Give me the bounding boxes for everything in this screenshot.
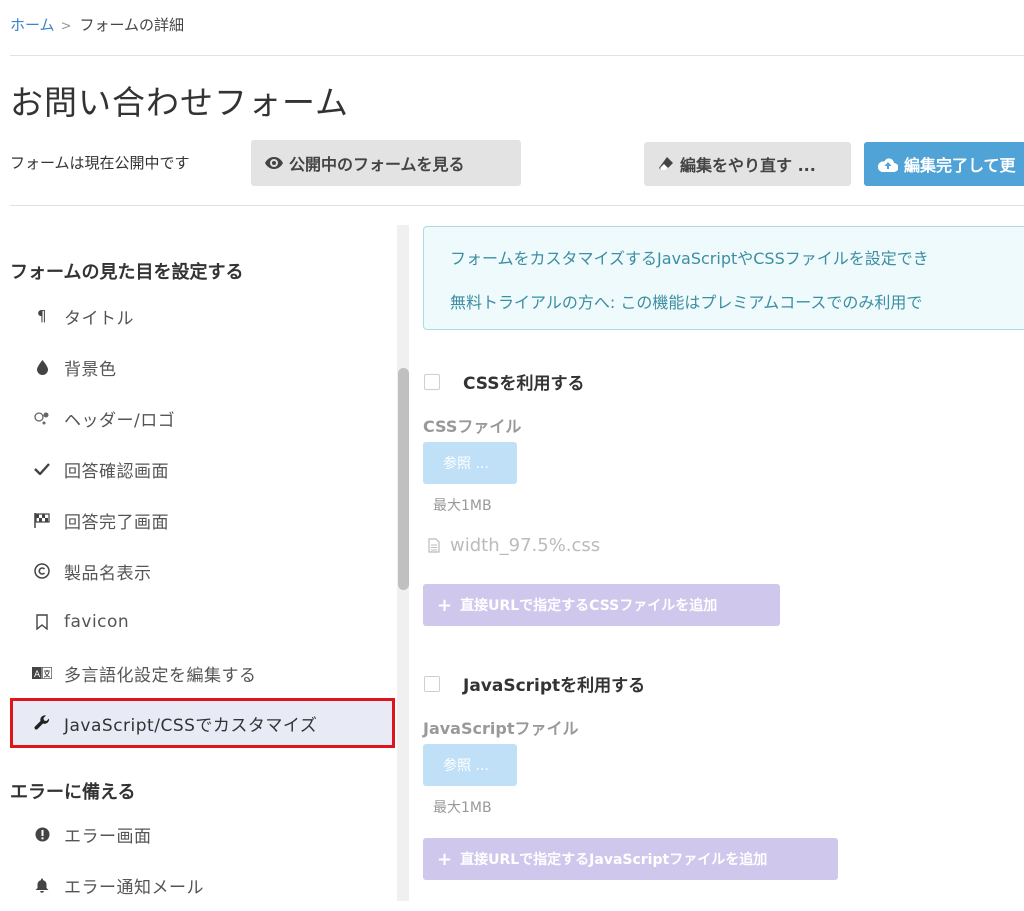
sidebar-item-label: エラー画面 (64, 826, 152, 847)
paragraph-icon: ¶ (36, 307, 48, 325)
header-logo-icon (32, 411, 52, 426)
cloud-upload-icon (878, 157, 898, 172)
view-published-form-button[interactable]: 公開中のフォームを見る (251, 140, 521, 186)
section-heading-appearance: フォームの見た目を設定する (10, 262, 244, 283)
sidebar-item-favicon[interactable]: favicon (10, 597, 395, 647)
sidebar-item-title[interactable]: ¶ タイトル (10, 291, 395, 341)
css-file-item: width_97.5%.css (428, 535, 600, 556)
sidebar-item-javascript-css[interactable]: JavaScript/CSSでカスタマイズ (10, 698, 395, 748)
language-icon: A (32, 667, 52, 679)
use-javascript-checkbox[interactable] (424, 676, 440, 692)
divider (10, 55, 1024, 56)
javascript-browse-button[interactable]: 参照 ... (423, 744, 517, 786)
info-line-trial-notice: 無料トライアルの方へ: この機能はプレミアムコースでのみ利用で (450, 293, 923, 312)
sidebar-item-label: 回答完了画面 (64, 512, 169, 533)
sidebar-item-label: ヘッダー/ロゴ (64, 410, 176, 431)
javascript-max-size: 最大1MB (433, 800, 492, 816)
add-javascript-url-button[interactable]: + 直接URLで指定するJavaScriptファイルを追加 (423, 838, 838, 880)
sidebar-item-label: favicon (64, 612, 130, 632)
sidebar-item-label: タイトル (64, 308, 134, 329)
redo-edit-label: 編集をやり直す ... (680, 156, 816, 175)
view-published-form-label: 公開中のフォームを見る (289, 155, 465, 174)
sidebar-item-header-logo[interactable]: ヘッダー/ロゴ (10, 393, 395, 443)
breadcrumb-home-link[interactable]: ホーム (10, 16, 55, 34)
add-javascript-url-label: 直接URLで指定するJavaScriptファイルを追加 (460, 852, 768, 868)
page-title: お問い合わせフォーム (10, 83, 350, 122)
add-css-url-label: 直接URLで指定するCSSファイルを追加 (460, 598, 718, 614)
sidebar-item-label: 多言語化設定を編集する (64, 665, 257, 686)
wrench-icon (32, 715, 52, 731)
sidebar-item-label: JavaScript/CSSでカスタマイズ (64, 715, 318, 736)
sidebar-item-background-color[interactable]: 背景色 (10, 342, 395, 392)
finish-edit-update-label: 編集完了して更 (904, 156, 1016, 175)
css-file-label: CSSファイル (423, 417, 522, 436)
use-javascript-label: JavaScriptを利用する (463, 676, 646, 696)
copyright-icon (32, 563, 52, 579)
sidebar-item-confirm-screen[interactable]: 回答確認画面 (10, 444, 395, 494)
breadcrumb-separator: > (60, 19, 72, 34)
bookmark-icon (32, 614, 52, 630)
plus-icon: + (437, 848, 453, 870)
svg-text:A: A (34, 670, 41, 679)
flag-checkered-icon (32, 512, 52, 528)
javascript-file-label: JavaScriptファイル (423, 719, 579, 738)
info-line-description: フォームをカスタマイズするJavaScriptやCSSファイルを設定でき (450, 249, 929, 268)
sidebar-item-label: 背景色 (64, 359, 117, 380)
css-browse-button[interactable]: 参照 ... (423, 442, 517, 484)
sidebar-item-label: 回答確認画面 (64, 461, 169, 482)
bell-icon (32, 878, 52, 893)
plus-icon: + (437, 594, 453, 616)
add-css-url-button[interactable]: + 直接URLで指定するCSSファイルを追加 (423, 584, 780, 626)
file-text-icon (428, 538, 440, 553)
sidebar-item-complete-screen[interactable]: 回答完了画面 (10, 495, 395, 545)
redo-edit-button[interactable]: 編集をやり直す ... (644, 142, 851, 186)
info-alert: フォームをカスタマイズするJavaScriptやCSSファイルを設定でき 無料ト… (423, 226, 1024, 330)
publish-status-text: フォームは現在公開中です (10, 154, 190, 172)
divider (10, 205, 1024, 206)
check-icon (32, 463, 52, 475)
breadcrumb-current: フォームの詳細 (79, 16, 185, 34)
sidebar-item-label: エラー通知メール (64, 877, 204, 898)
sidebar-item-label: 製品名表示 (64, 563, 152, 584)
sidebar-scrollbar-thumb[interactable] (398, 368, 409, 590)
css-file-name: width_97.5%.css (450, 535, 601, 556)
use-css-label: CSSを利用する (463, 374, 585, 394)
css-max-size: 最大1MB (433, 498, 492, 514)
sidebar-item-error-screen[interactable]: エラー画面 (10, 809, 395, 859)
sidebar-item-multilingual[interactable]: A 多言語化設定を編集する (10, 648, 395, 698)
finish-edit-update-button[interactable]: 編集完了して更 (864, 142, 1024, 186)
tint-drop-icon (32, 359, 52, 375)
breadcrumb: ホーム > フォームの詳細 (10, 14, 184, 35)
exclamation-circle-icon (32, 827, 52, 842)
use-css-checkbox[interactable] (424, 374, 440, 390)
section-heading-error: エラーに備える (10, 782, 136, 803)
sidebar-item-product-name[interactable]: 製品名表示 (10, 546, 395, 596)
eraser-icon (658, 156, 674, 172)
sidebar-item-error-mail[interactable]: エラー通知メール (10, 860, 395, 910)
eye-icon (265, 157, 283, 169)
